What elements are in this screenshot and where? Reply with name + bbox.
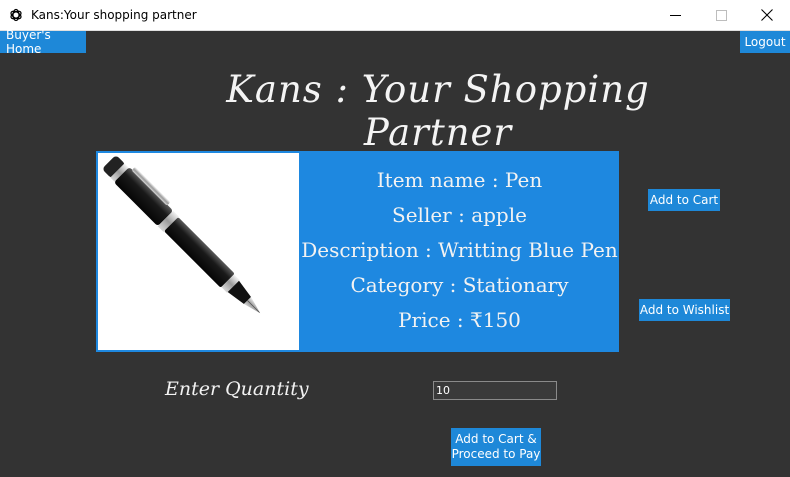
- quantity-input[interactable]: [433, 381, 557, 400]
- logout-button[interactable]: Logout: [740, 31, 790, 53]
- seller: Seller : apple: [392, 203, 527, 227]
- item-name: Item name : Pen: [376, 168, 543, 192]
- proceed-label-line1: Add to Cart &: [455, 432, 537, 446]
- minimize-button[interactable]: [652, 0, 698, 30]
- app-feather-icon: [10, 8, 22, 22]
- pen-icon: [103, 156, 261, 314]
- buyers-home-button[interactable]: Buyer's Home: [0, 28, 86, 56]
- description: Description : Writting Blue Pen: [301, 238, 618, 262]
- product-image: [98, 153, 299, 350]
- add-to-cart-button[interactable]: Add to Cart: [648, 189, 720, 211]
- minimize-icon: [669, 14, 681, 16]
- product-details: Item name : Pen Seller : apple Descripti…: [300, 163, 619, 338]
- window-titlebar: Kans:Your shopping partner: [0, 0, 790, 31]
- proceed-label-line2: Proceed to Pay: [451, 447, 541, 461]
- close-icon: [761, 9, 773, 21]
- quantity-label: Enter Quantity: [165, 378, 309, 400]
- maximize-icon: [715, 9, 727, 21]
- add-to-cart-and-pay-button[interactable]: Add to Cart & Proceed to Pay: [451, 428, 541, 466]
- close-button[interactable]: [744, 0, 790, 30]
- maximize-button[interactable]: [698, 0, 744, 30]
- page-title: Kans : Your Shopping Partner: [226, 68, 650, 154]
- price: Price : ₹150: [398, 308, 521, 332]
- add-to-wishlist-button[interactable]: Add to Wishlist: [639, 299, 730, 321]
- window-title: Kans:Your shopping partner: [31, 8, 197, 22]
- product-card: Item name : Pen Seller : apple Descripti…: [96, 151, 619, 352]
- category: Category : Stationary: [350, 273, 569, 297]
